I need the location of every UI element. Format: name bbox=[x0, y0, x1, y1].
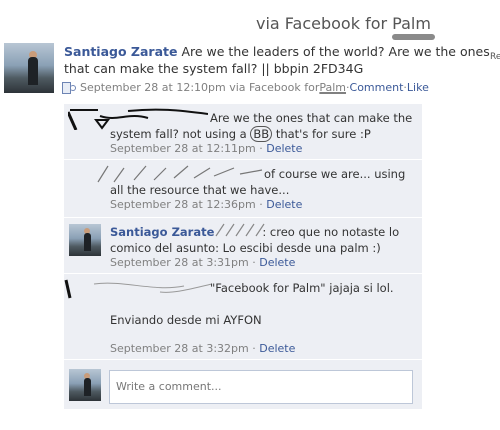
like-link[interactable]: Like bbox=[407, 79, 429, 96]
write-comment-row: Write a comment... bbox=[64, 360, 422, 410]
comment-author-link[interactable]: Santiago Zarate bbox=[110, 225, 214, 239]
avatar[interactable] bbox=[4, 43, 54, 93]
delete-link[interactable]: Delete bbox=[259, 342, 295, 355]
via-prefix: via Facebook for bbox=[256, 14, 393, 33]
comment-meta: September 28 at 12:11pm · Delete bbox=[110, 142, 303, 155]
comment-meta: September 28 at 12:36pm · Delete bbox=[110, 198, 303, 211]
post-meta: September 28 at 12:10pm via Facebook for… bbox=[62, 79, 494, 96]
circled-word: BB bbox=[250, 126, 273, 142]
delete-link[interactable]: Delete bbox=[266, 198, 302, 211]
post-message: Santiago Zarate Are we the leaders of th… bbox=[64, 43, 494, 77]
comment-item: "Facebook for Palm" jajaja si lol. Envia… bbox=[64, 274, 422, 360]
comment-text: Are we the ones that can make the system… bbox=[110, 111, 413, 142]
avatar[interactable] bbox=[69, 224, 101, 256]
comment-item: Santiago Zarate: creo que no notaste lo … bbox=[64, 218, 422, 274]
write-comment-input[interactable]: Write a comment... bbox=[109, 370, 413, 404]
comment-item: Are we the ones that can make the system… bbox=[64, 104, 422, 160]
comment-text: of course we are... using all the resour… bbox=[110, 167, 406, 197]
delete-link[interactable]: Delete bbox=[259, 256, 295, 269]
post-author-link[interactable]: Santiago Zarate bbox=[64, 44, 177, 59]
comment-text: Santiago Zarate: creo que no notaste lo … bbox=[110, 225, 400, 255]
comment-link[interactable]: Comment bbox=[350, 79, 404, 96]
comment-item: of course we are... using all the resour… bbox=[64, 160, 422, 218]
comment-text: "Facebook for Palm" jajaja si lol. Envia… bbox=[110, 281, 394, 327]
post-time: September 28 at 12:10pm via Facebook for bbox=[80, 81, 320, 94]
source-link[interactable]: Palm bbox=[319, 79, 346, 96]
delete-link[interactable]: Delete bbox=[266, 142, 302, 155]
via-facebook-caption: via Facebook for Palm bbox=[256, 14, 431, 33]
via-app-link[interactable]: Palm bbox=[392, 14, 431, 33]
mobile-source-icon bbox=[62, 82, 76, 94]
comments-list: Are we the ones that can make the system… bbox=[64, 104, 422, 410]
comment-meta: September 28 at 3:31pm · Delete bbox=[110, 256, 296, 269]
avatar[interactable] bbox=[69, 369, 101, 401]
comment-meta: September 28 at 3:32pm · Delete bbox=[110, 342, 296, 355]
